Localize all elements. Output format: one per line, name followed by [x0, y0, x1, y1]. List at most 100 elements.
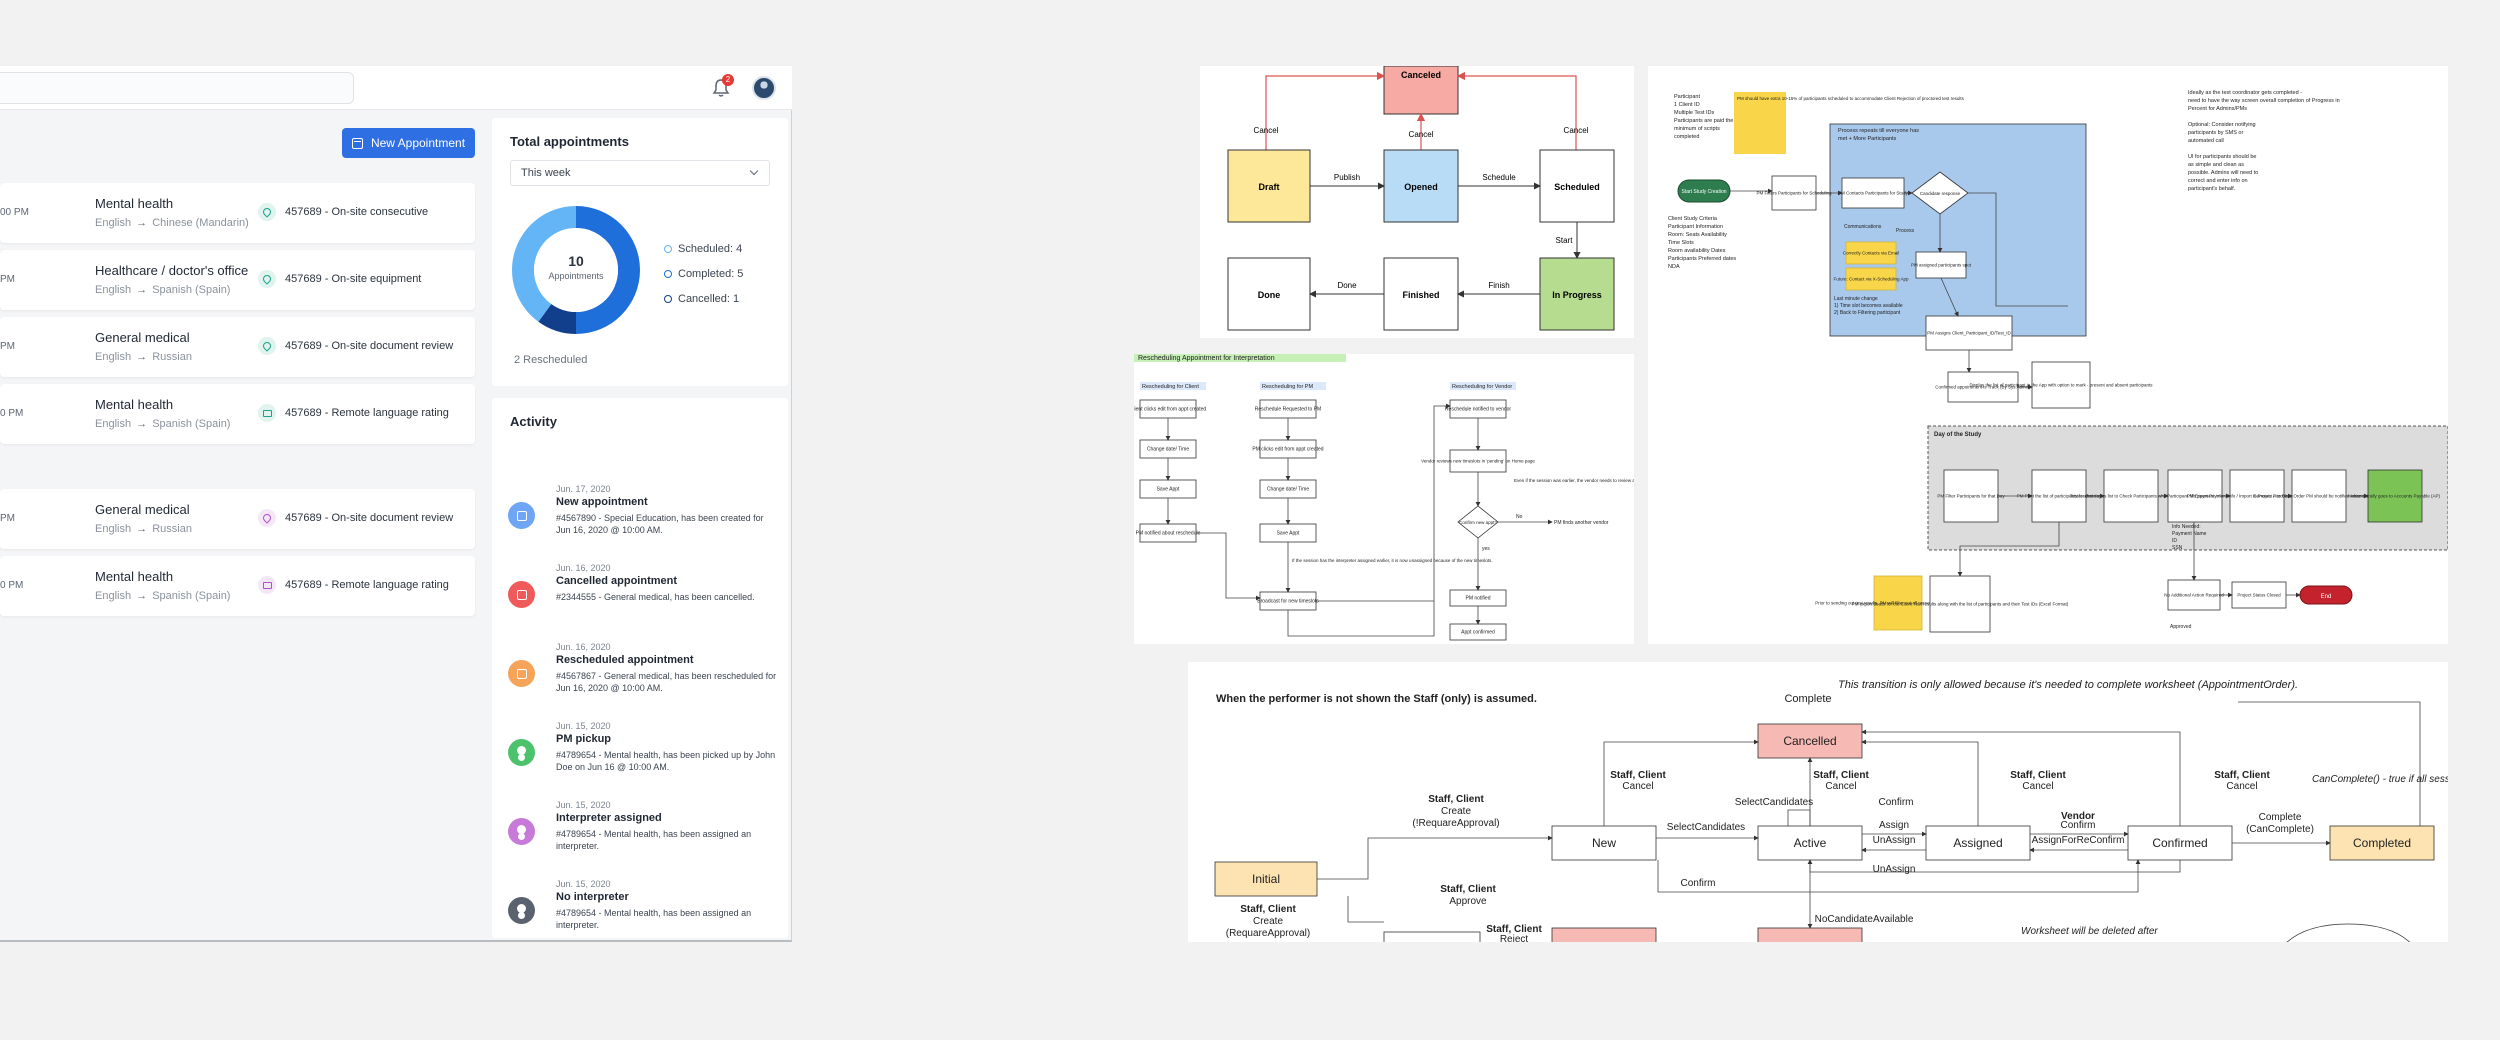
- criteria-line: Room: Seats Availability: [1668, 232, 1727, 238]
- legend-item: Scheduled: 4: [664, 236, 743, 261]
- no-action-step-label: No Additional Action Required: [2164, 593, 2224, 598]
- note-line: Participants are paid the: [1674, 118, 1733, 124]
- appointment-location: 457689 - Remote language rating: [285, 407, 449, 419]
- in-progress-state-label: In Progress: [1552, 290, 1602, 300]
- appointment-row[interactable]: 0 PM Mental health English → Spanish (Spai…: [0, 384, 475, 444]
- appointment-location: 457689 - On-site document review: [285, 512, 454, 524]
- right-note-line: automated call: [2188, 138, 2224, 144]
- transition-label: Assign: [1879, 820, 1909, 831]
- start-node: Start Study Creation: [1677, 179, 1731, 203]
- right-note-line: as simple and clean as: [2188, 162, 2244, 168]
- pm-export-step-label: PM export dealts for the Client Test res…: [1852, 602, 2069, 607]
- decision-label: Confirm new appt?: [1459, 520, 1497, 525]
- arrow-right-icon: →: [133, 284, 151, 296]
- project-closed-step-label: Project Status Closed: [2237, 593, 2281, 598]
- total-appointments-title: Total appointments: [510, 134, 629, 149]
- note-line: Participant: [1674, 94, 1700, 100]
- vendor-step: Appt confirmed: [1449, 623, 1507, 641]
- appointment-row[interactable]: PM Healthcare / doctor's office English → …: [0, 250, 475, 310]
- right-note-line: UI for participants should be: [2188, 154, 2256, 160]
- location-pin-icon: [258, 203, 276, 221]
- participant-process-diagram: Participant 1 Client ID Multiple Test IDs P…: [1648, 66, 2448, 644]
- period-select[interactable]: This week: [510, 160, 770, 186]
- client-step: PM notified about reschedule: [1136, 523, 1201, 543]
- diagram-title: Rescheduling Appointment for Interpretat…: [1138, 355, 1275, 362]
- no-label: No: [1516, 514, 1523, 520]
- scheduled-state-label: Scheduled: [1554, 182, 1600, 192]
- client-step-label: Change date/ Time: [1147, 447, 1189, 453]
- appointment-time: 0 PM: [0, 580, 24, 591]
- vendor-step: PM notified: [1449, 589, 1507, 607]
- calendar-icon: [508, 660, 535, 687]
- no-candidate-state: [1757, 927, 1863, 942]
- right-note-line: correct and enter info on: [2188, 178, 2248, 184]
- pm-step: Broadcast for new timeslots: [1257, 591, 1319, 611]
- cancel-label: Cancel: [1564, 126, 1589, 135]
- no-action-step: No Additional Action Required: [2164, 579, 2224, 611]
- activity-title: Interpreter assigned: [556, 812, 662, 824]
- activity-title: Cancelled appointment: [556, 575, 678, 587]
- vendor-step-label: Appt confirmed: [1461, 630, 1495, 636]
- target-language: Chinese (Mandarin): [152, 217, 249, 229]
- lane-label: Rescheduling for PM: [1262, 384, 1313, 390]
- lane-label: Rescheduling for Client: [1142, 384, 1199, 390]
- avatar[interactable]: [752, 76, 776, 100]
- yes-label: yes: [1482, 546, 1490, 552]
- transition-label: Confirm: [1878, 797, 1913, 808]
- last-minute-line: 2) Back to Filtering participant: [1834, 310, 1901, 316]
- end-node: End: [2299, 585, 2353, 605]
- transition-label: Reject: [1500, 934, 1529, 942]
- donut-total-count: 10: [568, 253, 584, 269]
- arrow-right-icon: →: [133, 590, 151, 602]
- appointment-service: General medical: [95, 502, 190, 517]
- chevron-down-icon: [749, 166, 759, 176]
- appointment-state-machine-diagram: When the performer is not shown the Staf…: [1188, 662, 2448, 942]
- initial-state: Initial: [1214, 861, 1318, 897]
- appointment-service: Mental health: [95, 196, 174, 211]
- info-needed-line: ID: [2172, 538, 2177, 544]
- assigned-state: Assigned: [1925, 825, 2031, 861]
- right-note-line: possible. Admins will need to: [2188, 170, 2258, 176]
- finish-label: Finish: [1488, 281, 1509, 290]
- sticky-text: PM should have extra 10-15% of participa…: [1737, 96, 1965, 101]
- right-note-line: Percent for Admins/PMs: [2188, 106, 2247, 112]
- activity-title: Rescheduled appointment: [556, 654, 694, 666]
- transition-label: Staff, Client: [1813, 770, 1869, 781]
- process-subtitle: met + More Participants: [1838, 136, 1896, 142]
- donut-legend: Scheduled: 4 Completed: 5 Cancelled: 1: [664, 236, 743, 311]
- appointment-row[interactable]: 00 PM Mental health English → Chinese (Man…: [0, 183, 475, 243]
- appointment-time: PM: [0, 341, 15, 352]
- transition-label: Staff, Client: [1240, 904, 1296, 915]
- appointment-row[interactable]: PM General medical English → Russian 457689…: [0, 317, 475, 377]
- monitor-icon: [258, 404, 276, 422]
- appointment-location: 457689 - Remote language rating: [285, 579, 449, 591]
- activity-date: Jun. 15, 2020: [556, 721, 611, 731]
- legend-label: Cancelled: 1: [678, 292, 740, 305]
- appointment-row[interactable]: PM General medical English → Russian 457689…: [0, 489, 475, 549]
- pm-assigned-step-label: PM assigned participants spot: [1911, 263, 1972, 268]
- process-title: Process repeats till everyone has: [1838, 128, 1919, 134]
- done-state-label: Done: [1258, 290, 1281, 300]
- appointment-row[interactable]: 0 PM Mental health English → Spanish (Spai…: [0, 556, 475, 616]
- transition-label: Complete: [2259, 812, 2302, 823]
- vendor-step: Reschedule notified to vendor: [1445, 399, 1511, 419]
- client-step-label: PM notified about reschedule: [1136, 531, 1201, 537]
- source-language: English: [95, 418, 132, 430]
- appointment-location: 457689 - On-site consecutive: [285, 206, 429, 218]
- worksheet-note: Worksheet will be deleted after: [2021, 926, 2158, 937]
- sticky-note: Correctly Contacts via Email: [1843, 241, 1899, 265]
- new-appointment-button[interactable]: New Appointment: [342, 128, 475, 158]
- arrow-right-icon: →: [133, 523, 151, 535]
- appointment-time: PM: [0, 513, 15, 524]
- day-step: PM Filter Participants for that Day: [1937, 469, 2005, 523]
- pm-contacts-step: PM Contacts Participants for Study: [1838, 177, 1909, 209]
- arrow-right-icon: →: [133, 418, 151, 430]
- appointments-donut-chart: [512, 206, 640, 334]
- source-language: English: [95, 217, 132, 229]
- pm-note: If the session has the interpreter assig…: [1292, 558, 1493, 563]
- target-language: Spanish (Spain): [152, 418, 231, 430]
- new-state-label: New: [1592, 836, 1616, 850]
- active-state-label: Active: [1794, 836, 1827, 850]
- search-input[interactable]: [0, 72, 354, 104]
- vendor-step-label: PM notified: [1465, 596, 1490, 602]
